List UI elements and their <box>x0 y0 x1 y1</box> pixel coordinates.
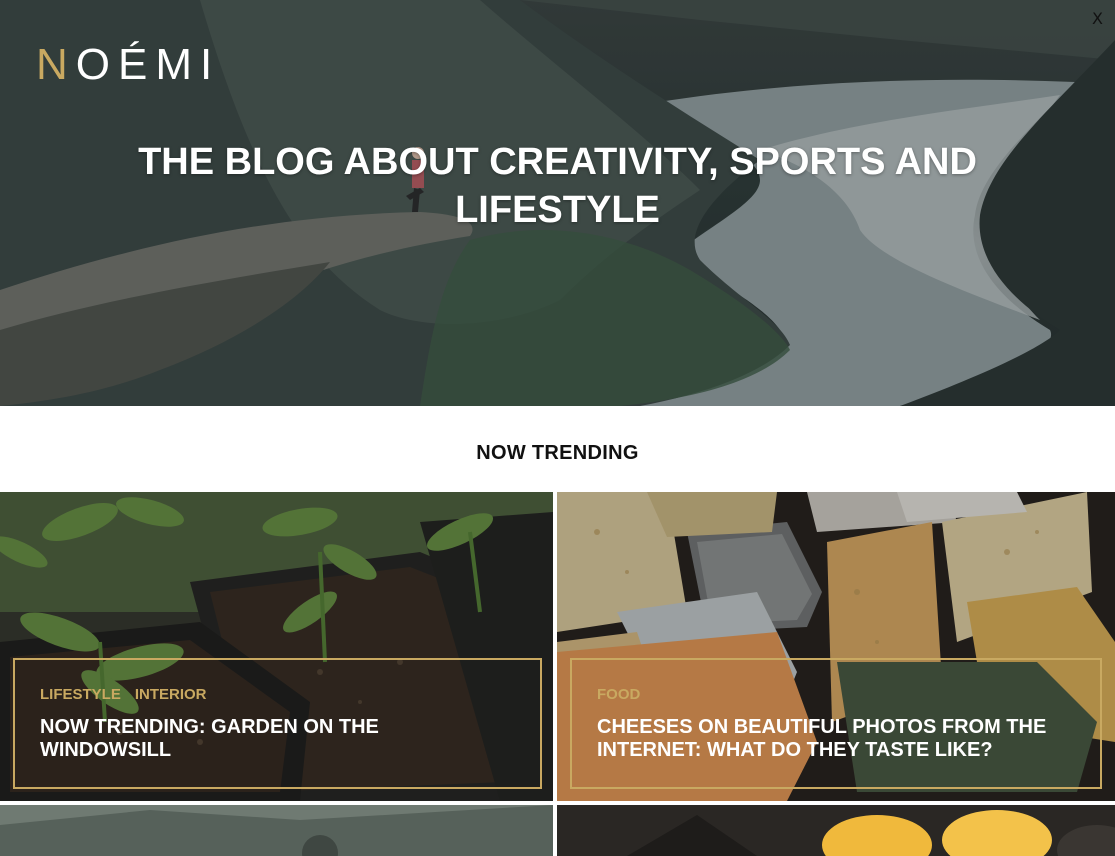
card-title[interactable]: CHEESES ON BEAUTIFUL PHOTOS FROM THE INT… <box>597 716 1067 762</box>
card-categories: FOOD <box>597 686 654 703</box>
site-logo[interactable]: NOÉMI <box>36 40 220 90</box>
hero-title: THE BLOG ABOUT CREATIVITY, SPORTS AND LI… <box>138 141 977 231</box>
hero-banner: NOÉMI X THE BLOG ABOUT CREATIVITY, SPORT… <box>0 0 1115 406</box>
mountain-partial-image <box>0 805 553 856</box>
card-categories: LIFESTYLE INTERIOR <box>40 686 221 703</box>
trending-heading: NOW TRENDING <box>476 442 639 464</box>
trending-card-partial-left[interactable] <box>0 805 553 856</box>
close-icon[interactable]: X <box>1092 11 1103 27</box>
logo-accent-letter: N <box>36 40 76 89</box>
category-tag-lifestyle[interactable]: LIFESTYLE <box>40 686 121 703</box>
page: NOÉMI X THE BLOG ABOUT CREATIVITY, SPORT… <box>0 0 1115 856</box>
card-title[interactable]: NOW TRENDING: GARDEN ON THE WINDOWSILL <box>40 716 460 762</box>
category-tag-interior[interactable]: INTERIOR <box>135 686 207 703</box>
trending-card-garden[interactable]: LIFESTYLE INTERIOR NOW TRENDING: GARDEN O… <box>0 492 553 801</box>
trending-card-partial-right[interactable] <box>557 805 1115 856</box>
trending-card-cheese[interactable]: FOOD CHEESES ON BEAUTIFUL PHOTOS FROM TH… <box>557 492 1115 801</box>
category-tag-food[interactable]: FOOD <box>597 686 640 703</box>
food-partial-image <box>557 805 1115 856</box>
logo-wordmark: OÉMI <box>75 40 221 89</box>
